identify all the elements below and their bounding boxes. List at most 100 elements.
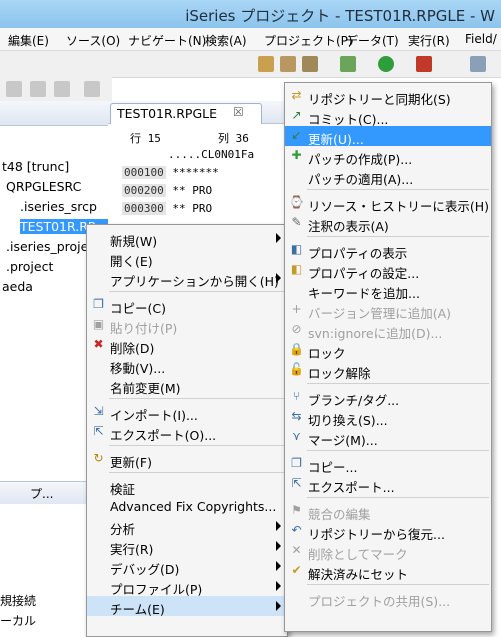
commit-icon: ↗ [291, 108, 302, 122]
menu-item[interactable]: ↙ 更新(U)... [285, 126, 491, 147]
toolbar-icon-6[interactable] [30, 81, 46, 97]
sequence-number: 000300 [122, 202, 166, 215]
menu-item[interactable]: Advanced Fix Copyrights... [87, 496, 287, 516]
menu-item[interactable]: ❐ コピー(C) [87, 295, 287, 316]
menu-item[interactable]: ✎ 注釈の表示(A) [285, 213, 491, 234]
code-text: ** PRO [172, 184, 213, 197]
menu-item[interactable]: 移動(V)... [87, 355, 287, 376]
toolbar-icon-5[interactable] [6, 81, 22, 97]
menu-separator [307, 236, 489, 237]
menu-data[interactable]: データ(T) [346, 32, 399, 49]
menu-item[interactable]: ↻ 更新(F) [87, 449, 287, 470]
menu-item[interactable]: キーワードを追加... [285, 280, 491, 301]
window-title: iSeries プロジェクト - TEST01R.RPGLE - W [185, 7, 495, 25]
menu-item[interactable]: ⊘ svn:ignoreに追加(D)... [285, 320, 491, 341]
menu-separator [307, 497, 489, 498]
tree-item[interactable]: t48 [trunc] [2, 159, 69, 174]
lock-icon: 🔒 [289, 342, 304, 356]
menu-item[interactable]: ⇲ インポート(I)... [87, 402, 287, 423]
submenu-arrow-icon [276, 521, 281, 531]
tree-item[interactable]: .iseries_proje [6, 239, 88, 254]
tree-item[interactable]: .project [6, 259, 53, 274]
tree-item[interactable]: aeda [2, 279, 33, 294]
menu-item[interactable]: パッチの適用(A)... [285, 166, 491, 187]
menu-search[interactable]: 検索(A) [205, 32, 247, 49]
menu-item[interactable]: ◧ プロパティの表示 [285, 240, 491, 261]
menu-item[interactable]: ↶ リポジトリーから復元... [285, 521, 491, 542]
menu-item[interactable]: アプリケーションから開く(H) [87, 268, 287, 289]
menu-item[interactable]: ⌚ リソース・ヒストリーに表示(H) [285, 193, 491, 214]
toolbar-icon-7[interactable] [54, 81, 70, 97]
toolbar-icon-1[interactable] [258, 56, 274, 72]
submenu-arrow-icon [276, 581, 281, 591]
menu-item[interactable]: ⇱ エクスポート(O)... [87, 422, 287, 443]
menu-item[interactable]: ◧ プロパティの設定... [285, 260, 491, 281]
toolbar-icon-4[interactable] [470, 56, 486, 72]
debug-icon[interactable] [340, 56, 356, 72]
main-toolbar [0, 51, 501, 78]
code-text: ** PRO [172, 202, 213, 215]
menu-item[interactable]: 🔓 ロック解除 [285, 360, 491, 381]
list-item[interactable]: ーカル [0, 612, 36, 629]
resolved-icon: ✔ [291, 563, 302, 577]
menu-separator [307, 189, 489, 190]
menu-item[interactable]: + バージョン管理に追加(A) [285, 300, 491, 321]
menu-item[interactable]: ⑂ ブランチ/タグ... [285, 387, 491, 408]
run-icon[interactable] [378, 56, 394, 72]
branch-icon: ⑂ [292, 389, 301, 403]
menu-item[interactable]: チーム(E) [87, 596, 287, 617]
menu-item[interactable]: ✚ パッチの作成(P)... [285, 146, 491, 167]
menu-project[interactable]: プロジェクト(P) [264, 32, 353, 49]
properties-icon: ◧ [290, 242, 303, 256]
tree-item[interactable]: .iseries_srcp [20, 199, 97, 214]
unlock-icon: 🔓 [289, 362, 304, 376]
menu-run[interactable]: 実行(R) [408, 32, 450, 49]
menu-item[interactable]: ⋎ マージ(M)... [285, 427, 491, 448]
menu-item[interactable]: ⚑ 競合の編集 [285, 501, 491, 522]
bottom-tab[interactable]: プ... [30, 485, 53, 502]
patch-icon: ✚ [291, 148, 302, 162]
add-icon: + [291, 302, 302, 316]
menu-item[interactable]: デバッグ(D) [87, 556, 287, 577]
menu-item[interactable]: 実行(R) [87, 536, 287, 557]
menu-item[interactable]: ⇱ エクスポート... [285, 474, 491, 495]
export-icon: ⇱ [93, 424, 104, 438]
copy-icon: ❐ [291, 456, 302, 470]
menu-item[interactable]: 🔒 ロック [285, 340, 491, 361]
menu-navigate[interactable]: ナビゲート(N) [128, 32, 206, 49]
toolbar-icon-8[interactable] [84, 81, 100, 97]
menu-item[interactable]: ↗ コミット(C)... [285, 106, 491, 127]
list-item[interactable]: 規接続 [0, 592, 36, 609]
menu-item[interactable]: 開く(E) [87, 248, 287, 269]
menu-item-label: マージ(M)... [308, 433, 378, 448]
merge-icon: ⋎ [292, 429, 301, 443]
menu-item[interactable]: 分析 [87, 516, 287, 537]
menu-item[interactable]: ✔ 解決済みにセット [285, 561, 491, 582]
tree-item[interactable]: QRPGLESRC [6, 179, 81, 194]
menu-field[interactable]: Field/ [465, 32, 497, 46]
menu-item[interactable]: 名前変更(M) [87, 375, 287, 396]
editor-area[interactable]: 行 15 列 36 .....CL0N01Fa 000100 ******* 0… [108, 124, 288, 224]
menu-item[interactable]: ❐ コピー... [285, 454, 491, 475]
menu-item[interactable]: ⇄ リポジトリーと同期化(S) [285, 86, 491, 107]
menu-item[interactable]: 検証 [87, 476, 287, 497]
menu-separator [109, 472, 285, 473]
close-icon[interactable]: ☒ [233, 105, 244, 119]
menu-item[interactable]: ⇆ 切り換え(S)... [285, 407, 491, 428]
menu-item[interactable]: ✖ 削除(D) [87, 335, 287, 356]
menu-separator [109, 291, 285, 292]
toolbar-icon-2[interactable] [280, 56, 296, 72]
menu-item[interactable]: プロファイル(P) [87, 576, 287, 597]
menu-item[interactable]: プロジェクトの共用(S)... [285, 588, 491, 609]
menu-item-label: 名前変更(M) [110, 381, 181, 396]
submenu-arrow-icon [276, 273, 281, 283]
menu-item[interactable]: ▣ 貼り付け(P) [87, 315, 287, 336]
external-tools-icon[interactable] [416, 56, 432, 72]
menu-item[interactable]: ✕ 削除としてマーク [285, 541, 491, 562]
menu-edit[interactable]: 編集(E) [8, 32, 49, 49]
menu-source[interactable]: ソース(O) [66, 32, 120, 49]
editor-tab[interactable]: TEST01R.RPGLE ☒ [110, 103, 262, 124]
context-menu: 新規(W) 開く(E) アプリケーションから開く(H) ❐ コピー(C) ▣ 貼り付け(P)… [86, 224, 288, 637]
menu-item[interactable]: 新規(W) [87, 228, 287, 249]
toolbar-icon-3[interactable] [302, 56, 318, 72]
